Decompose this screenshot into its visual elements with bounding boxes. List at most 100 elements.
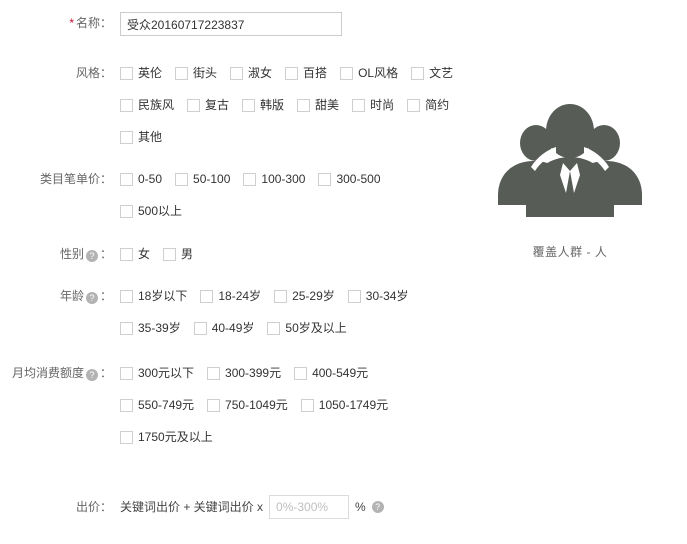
- checkbox-spend-1750-plus[interactable]: 1750元及以上: [120, 430, 213, 444]
- checkbox-box-icon[interactable]: [297, 98, 311, 112]
- checkbox-style-hanban[interactable]: 韩版: [242, 98, 284, 112]
- checkbox-box-icon[interactable]: [163, 247, 177, 261]
- checkbox-box-icon[interactable]: [175, 66, 189, 80]
- checkbox-gender-female[interactable]: 女: [120, 247, 150, 261]
- label-age-colon: ：: [99, 289, 112, 303]
- checkbox-box-icon[interactable]: [120, 204, 133, 218]
- checkbox-box-icon[interactable]: [340, 66, 354, 80]
- checkbox-price-50-100[interactable]: 50-100: [175, 172, 230, 186]
- name-input[interactable]: [120, 12, 342, 36]
- label-name-text: 名称：: [75, 16, 112, 30]
- checkbox-box-icon[interactable]: [120, 130, 133, 144]
- form-row-name: * 名称：: [0, 12, 470, 36]
- question-mark-icon[interactable]: ?: [85, 250, 98, 262]
- checkbox-spend-1050-1749[interactable]: 1050-1749元: [300, 398, 388, 412]
- checkbox-style-ol[interactable]: OL风格: [340, 66, 398, 80]
- checkbox-spend-750-1049[interactable]: 750-1049元: [207, 398, 288, 412]
- checkbox-box-icon[interactable]: [230, 66, 244, 80]
- checkbox-line: 35-39岁 40-49岁 50岁及以上: [120, 317, 470, 339]
- label-unit-price: 类目笔单价：: [39, 172, 112, 186]
- label-age-text: 年龄: [59, 289, 84, 303]
- question-mark-icon[interactable]: ?: [371, 501, 384, 513]
- checkbox-price-300-500[interactable]: 300-500: [318, 172, 381, 186]
- checkbox-line: 其他: [120, 126, 470, 148]
- checkbox-age-18-24[interactable]: 18-24岁: [200, 289, 261, 303]
- checkbox-box-icon[interactable]: [120, 321, 133, 335]
- checkbox-style-wenyi[interactable]: 文艺: [411, 66, 453, 80]
- checkbox-age-25-29[interactable]: 25-29岁: [274, 289, 335, 303]
- checkbox-box-icon[interactable]: [243, 172, 257, 186]
- checkbox-line: 550-749元 750-1049元 1050-1749元: [120, 394, 470, 416]
- label-monthly-spend: 月均消费额度?：: [0, 362, 120, 384]
- checkbox-box-icon[interactable]: [120, 247, 133, 261]
- checkbox-style-minzufeng[interactable]: 民族风: [120, 98, 174, 112]
- coverage-panel: 覆盖人群 - 人: [470, 95, 670, 260]
- checkbox-box-icon[interactable]: [294, 366, 308, 380]
- checkbox-box-icon[interactable]: [242, 98, 256, 112]
- checkbox-box-icon[interactable]: [407, 98, 421, 112]
- form-row-unit-price: 类目笔单价： 0-50 50-100 100-300 300-500 500以上: [0, 168, 470, 222]
- checkbox-box-icon[interactable]: [318, 172, 332, 186]
- form-row-gender: 性别?： 女 男: [0, 243, 470, 265]
- checkbox-spend-300-399[interactable]: 300-399元: [207, 366, 281, 380]
- checkbox-spend-400-549[interactable]: 400-549元: [294, 366, 368, 380]
- checkbox-spend-under-300[interactable]: 300元以下: [120, 366, 194, 380]
- checkbox-box-icon[interactable]: [175, 172, 189, 186]
- checkbox-box-icon[interactable]: [352, 98, 366, 112]
- checkbox-age-35-39[interactable]: 35-39岁: [120, 321, 181, 335]
- bid-ratio-input[interactable]: [269, 495, 350, 519]
- checkbox-price-100-300[interactable]: 100-300: [243, 172, 305, 186]
- checkbox-line: 300元以下 300-399元 400-549元: [120, 362, 470, 384]
- label-gender: 性别?：: [0, 243, 120, 265]
- checkbox-box-icon[interactable]: [300, 398, 314, 412]
- checkbox-style-fugu[interactable]: 复古: [187, 98, 229, 112]
- field-age: 18岁以下 18-24岁 25-29岁 30-34岁 35-39岁 40-49岁…: [120, 285, 470, 339]
- question-mark-icon[interactable]: ?: [85, 369, 98, 381]
- checkbox-style-qita[interactable]: 其他: [120, 130, 162, 144]
- checkbox-line: 女 男: [120, 243, 470, 265]
- checkbox-age-under-18[interactable]: 18岁以下: [120, 289, 187, 303]
- checkbox-style-yinglun[interactable]: 英伦: [120, 66, 162, 80]
- checkbox-box-icon[interactable]: [120, 398, 133, 412]
- checkbox-style-tianmei[interactable]: 甜美: [297, 98, 339, 112]
- coverage-label: 覆盖人群 - 人: [532, 245, 608, 259]
- checkbox-style-shunv[interactable]: 淑女: [230, 66, 272, 80]
- checkbox-box-icon[interactable]: [193, 321, 207, 335]
- checkbox-spend-550-749[interactable]: 550-749元: [120, 398, 194, 412]
- checkbox-age-40-49[interactable]: 40-49岁: [193, 321, 254, 335]
- checkbox-box-icon[interactable]: [267, 321, 281, 335]
- checkbox-style-jianyue[interactable]: 简约: [407, 98, 449, 112]
- checkbox-line: 民族风 复古 韩版 甜美 时尚 简约: [120, 94, 470, 116]
- checkbox-box-icon[interactable]: [347, 289, 361, 303]
- checkbox-box-icon[interactable]: [411, 66, 425, 80]
- checkbox-box-icon[interactable]: [200, 289, 214, 303]
- checkbox-price-0-50[interactable]: 0-50: [120, 172, 162, 186]
- checkbox-box-icon[interactable]: [207, 366, 221, 380]
- checkbox-style-baida[interactable]: 百搭: [285, 66, 327, 80]
- checkbox-box-icon[interactable]: [187, 98, 201, 112]
- checkbox-box-icon[interactable]: [120, 172, 133, 186]
- checkbox-price-500-plus[interactable]: 500以上: [120, 204, 182, 218]
- label-monthly-spend-text: 月均消费额度: [11, 366, 84, 380]
- question-mark-icon[interactable]: ?: [85, 292, 98, 304]
- checkbox-box-icon[interactable]: [120, 66, 133, 80]
- checkbox-box-icon[interactable]: [207, 398, 221, 412]
- checkbox-box-icon[interactable]: [120, 98, 133, 112]
- checkbox-box-icon[interactable]: [274, 289, 288, 303]
- form-row-style: 风格： 英伦 街头 淑女 百搭 OL风格 文艺 民族风 复古 韩版 甜美 时尚 …: [0, 62, 470, 148]
- checkbox-box-icon[interactable]: [120, 289, 133, 303]
- required-asterisk-icon: *: [69, 16, 74, 30]
- checkbox-box-icon[interactable]: [285, 66, 299, 80]
- checkbox-age-50-plus[interactable]: 50岁及以上: [267, 321, 347, 335]
- label-style: 风格：: [75, 66, 112, 80]
- bid-expression-text: 关键词出价 + 关键词出价 x: [120, 500, 264, 514]
- checkbox-line: 500以上: [120, 200, 470, 222]
- checkbox-box-icon[interactable]: [120, 366, 133, 380]
- checkbox-gender-male[interactable]: 男: [163, 247, 193, 261]
- group-people-icon: [498, 104, 642, 217]
- checkbox-age-30-34[interactable]: 30-34岁: [347, 289, 408, 303]
- checkbox-style-shishang[interactable]: 时尚: [352, 98, 394, 112]
- checkbox-style-jietou[interactable]: 街头: [175, 66, 217, 80]
- checkbox-line: 英伦 街头 淑女 百搭 OL风格 文艺: [120, 62, 470, 84]
- checkbox-box-icon[interactable]: [120, 430, 133, 444]
